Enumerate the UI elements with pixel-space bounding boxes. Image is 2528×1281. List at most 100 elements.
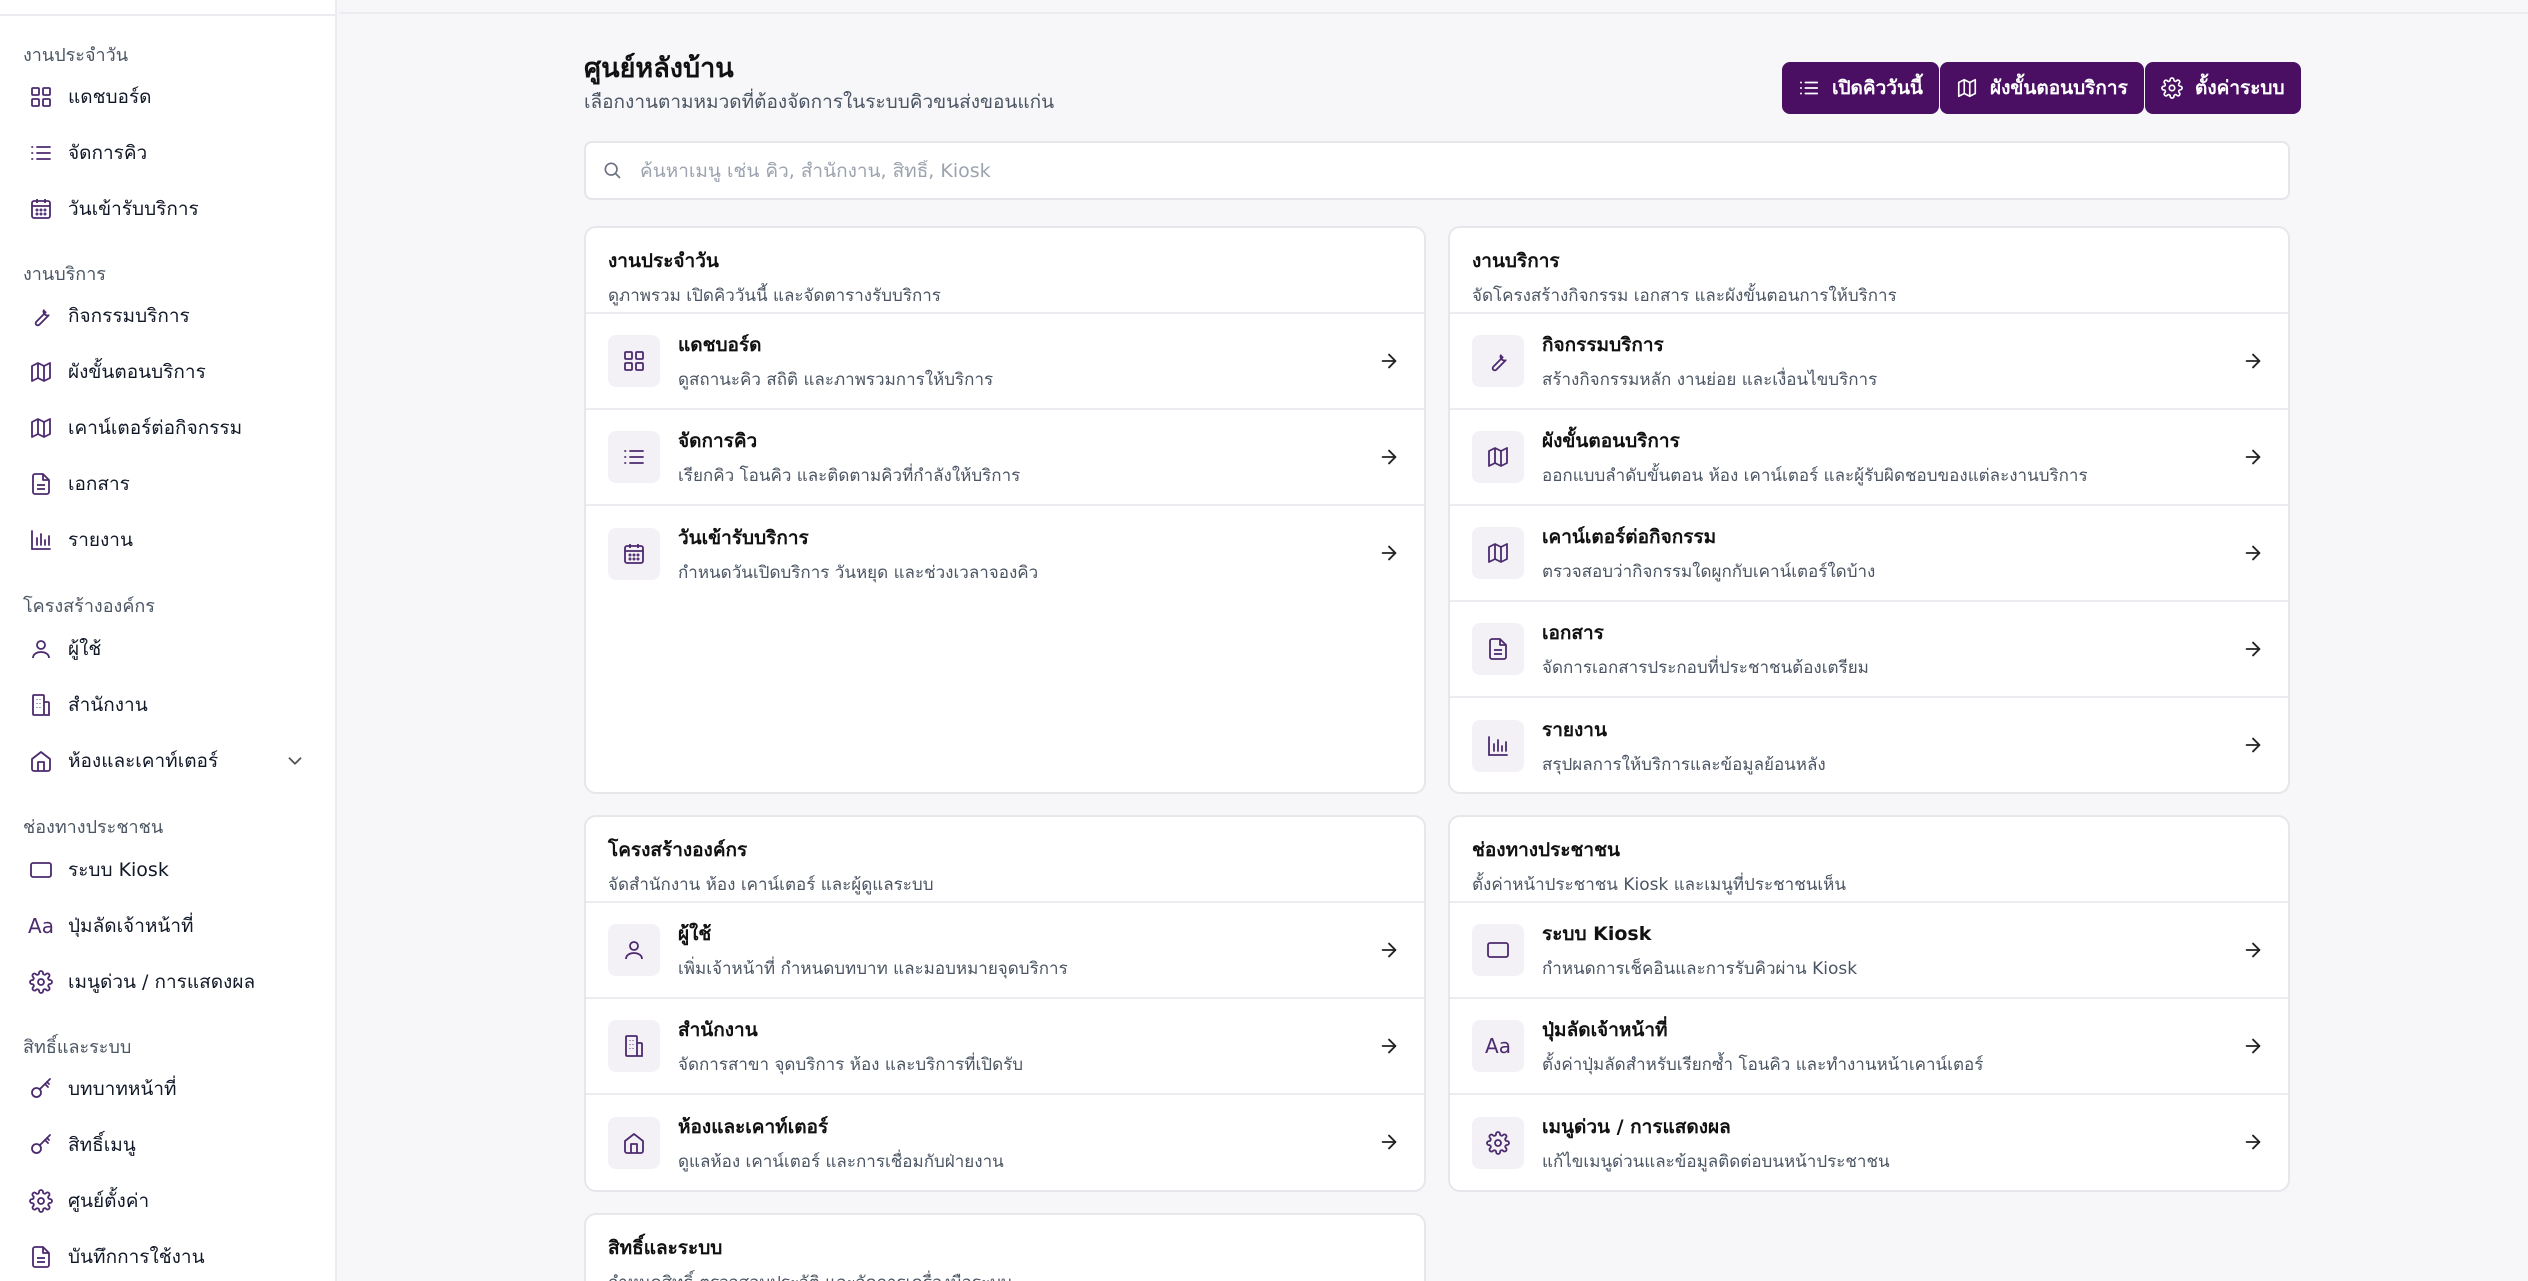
sidebar-item-label: รายงาน (68, 529, 133, 551)
bar-chart-icon (1472, 720, 1524, 772)
row-desc: เพิ่มเจ้าหน้าที่ กำหนดบทบาท และมอบหมายจุ… (678, 958, 1068, 979)
card-subtitle: กำหนดสิทธิ์ ตรวจสอบประวัติ และจัดการเครื… (608, 1269, 1402, 1281)
sidebar-item-menu-permissions[interactable]: สิทธิ์เมนู (16, 1122, 316, 1168)
row-title: ผู้ใช้ (678, 922, 712, 945)
sidebar-item-label: เอกสาร (68, 473, 130, 495)
chevron-down-icon[interactable] (284, 750, 306, 772)
sidebar-item-service-activities[interactable]: กิจกรรมบริการ (16, 293, 316, 339)
card-row-queue[interactable]: จัดการคิวเรียกคิว โอนคิว และติดตามคิวที่… (586, 410, 1424, 506)
document-icon (28, 471, 54, 497)
sidebar-item-label: แดชบอร์ด (68, 86, 152, 108)
map-icon (1472, 431, 1524, 483)
sidebar-item-staff-shortcuts[interactable]: Aa ปุ่มลัดเจ้าหน้าที่ (16, 903, 316, 949)
row-title: เคาน์เตอร์ต่อกิจกรรม (1542, 525, 1717, 548)
card-row-rooms-counters[interactable]: ห้องและเคาท์เตอร์ ดูแลห้อง เคาน์เตอร์ และ… (586, 1095, 1424, 1190)
sidebar-item-service-flow[interactable]: ผังขั้นตอนบริการ (16, 349, 316, 395)
card-title: โครงสร้างองค์กร (608, 839, 748, 861)
sidebar-item-dashboard[interactable]: แดชบอร์ด (16, 74, 316, 120)
card-row-documents[interactable]: เอกสาร จัดการเอกสารประกอบที่ประชาชนต้องเต… (1450, 602, 2288, 698)
sidebar-item-label: จัดการคิว (68, 142, 148, 164)
gear-icon (1472, 1117, 1524, 1169)
sidebar-item-users[interactable]: ผู้ใช้ (16, 626, 316, 672)
sidebar-item-label: กิจกรรมบริการ (68, 305, 190, 327)
document-icon (28, 1244, 54, 1270)
sidebar-item-quick-menu[interactable]: เมนูด่วน / การแสดงผล (16, 959, 316, 1005)
sidebar-item-kiosk[interactable]: ระบบ Kiosk (16, 847, 316, 893)
arrow-right-icon (2242, 350, 2266, 374)
row-desc: สร้างกิจกรรมหลัก งานย่อย และเงื่อนไขบริก… (1542, 369, 1878, 390)
sidebar-item-roles[interactable]: บทบาทหน้าที่ (16, 1066, 316, 1112)
card-row-quick-menu[interactable]: เมนูด่วน / การแสดงผล แก้ไขเมนูด่วนและข้อม… (1450, 1095, 2288, 1190)
card-row-staff-shortcuts[interactable]: Aa ปุ่มลัดเจ้าหน้าที่ ตั้งค่าปุ่มลัดสำหรั… (1450, 999, 2288, 1095)
button-label: เปิดคิววันนี้ (1832, 77, 1923, 99)
card-subtitle: จัดโครงสร้างกิจกรรม เอกสาร และผังขั้นตอน… (1472, 286, 1897, 306)
service-flow-button[interactable]: ผังขั้นตอนบริการ (1940, 62, 2144, 114)
card-title: สิทธิ์และระบบ (608, 1237, 723, 1259)
button-label: ตั้งค่าระบบ (2195, 77, 2285, 99)
card-row-kiosk[interactable]: ระบบ Kiosk กำหนดการเช็คอินและการรับคิวผ่า… (1450, 903, 2288, 999)
grid-icon (28, 84, 54, 110)
sidebar-item-activity-log[interactable]: บันทึกการใช้งาน (16, 1234, 316, 1280)
grid-icon (608, 335, 660, 387)
sidebar-group-title-permissions: สิทธิ์และระบบ (23, 1037, 132, 1058)
sidebar-item-service-days[interactable]: วันเข้ารับบริการ (16, 186, 316, 232)
card-header: ช่องทางประชาชน ตั้งค่าหน้าประชาชน Kiosk … (1450, 817, 2288, 903)
card-header: งานบริการ จัดโครงสร้างกิจกรรม เอกสาร และ… (1450, 228, 2288, 314)
card-row-service-days[interactable]: วันเข้ารับบริการ กำหนดวันเปิดบริการ วันหย… (586, 506, 1424, 602)
arrow-right-icon (2242, 1131, 2266, 1155)
sidebar-group-title-services: งานบริการ (23, 264, 106, 285)
row-desc: กำหนดการเช็คอินและการรับคิวผ่าน Kiosk (1542, 958, 1858, 979)
sidebar-item-label: ระบบ Kiosk (68, 859, 169, 881)
open-queue-today-button[interactable]: เปิดคิววันนี้ (1782, 62, 1939, 114)
card-row-offices[interactable]: สำนักงาน จัดการสาขา จุดบริการ ห้อง และบริ… (586, 999, 1424, 1095)
sidebar-group-title-public: ช่องทางประชาชน (23, 817, 164, 838)
sidebar-item-reports[interactable]: รายงาน (16, 517, 316, 563)
system-settings-button[interactable]: ตั้งค่าระบบ (2145, 62, 2301, 114)
card-subtitle: ดูภาพรวม เปิดคิววันนี้ และจัดตารางรับบริ… (608, 286, 941, 306)
sidebar-item-queue[interactable]: จัดการคิว (16, 130, 316, 176)
row-title: ปุ่มลัดเจ้าหน้าที่ (1542, 1018, 1668, 1041)
calendar-icon (28, 196, 54, 222)
card-row-service-flow[interactable]: ผังขั้นตอนบริการ ออกแบบลำดับขั้นตอน ห้อง … (1450, 410, 2288, 506)
card-row-dashboard[interactable]: แดชบอร์ด ดูสถานะคิว สถิติ และภาพรวมการให้… (586, 314, 1424, 410)
row-title: ห้องและเคาท์เตอร์ (678, 1115, 829, 1138)
sidebar-item-rooms-counters[interactable]: ห้องและเคาท์เตอร์ (16, 738, 316, 784)
search-input[interactable] (640, 159, 2240, 182)
card-row-reports[interactable]: รายงาน สรุปผลการให้บริการและข้อมูลย้อนหลั… (1450, 698, 2288, 792)
sidebar-item-documents[interactable]: เอกสาร (16, 461, 316, 507)
row-title: จัดการคิว (678, 429, 758, 452)
card-permissions: สิทธิ์และระบบ กำหนดสิทธิ์ ตรวจสอบประวัติ… (584, 1213, 1426, 1281)
gear-icon (28, 969, 54, 995)
row-desc: เรียกคิว โอนคิว และติดตามคิวที่กำลังให้บ… (678, 465, 1021, 486)
card-row-users[interactable]: ผู้ใช้เพิ่มเจ้าหน้าที่ กำหนดบทบาท และมอบ… (586, 903, 1424, 999)
card-services: งานบริการ จัดโครงสร้างกิจกรรม เอกสาร และ… (1448, 226, 2290, 794)
card-daily: งานประจำวัน ดูภาพรวม เปิดคิววันนี้ และจั… (584, 226, 1426, 794)
map-icon (28, 415, 54, 441)
row-title: กิจกรรมบริการ (1542, 333, 1664, 356)
sidebar-item-label: ผังขั้นตอนบริการ (68, 361, 206, 383)
arrow-right-icon (1378, 350, 1402, 374)
card-subtitle: ตั้งค่าหน้าประชาชน Kiosk และเมนูที่ประชา… (1472, 875, 1846, 895)
arrow-right-icon (1378, 542, 1402, 566)
card-row-service-activities[interactable]: กิจกรรมบริการสร้างกิจกรรมหลัก งานย่อย แล… (1450, 314, 2288, 410)
sidebar-item-settings-center[interactable]: ศูนย์ตั้งค่า (16, 1178, 316, 1224)
sidebar-item-offices[interactable]: สำนักงาน (16, 682, 316, 728)
wrench-icon (28, 303, 54, 329)
sidebar-item-label: เมนูด่วน / การแสดงผล (68, 971, 256, 993)
row-title: วันเข้ารับบริการ (678, 526, 809, 549)
card-organization: โครงสร้างองค์กร จัดสำนักงาน ห้อง เคาน์เต… (584, 815, 1426, 1192)
bar-chart-icon (28, 527, 54, 553)
row-desc: จัดการเอกสารประกอบที่ประชาชนต้องเตรียม (1542, 657, 1869, 678)
row-title: ระบบ Kiosk (1542, 922, 1652, 945)
sidebar: งานประจำวัน แดชบอร์ด จัดการคิว วันเข้ารั… (0, 0, 337, 1281)
card-header: สิทธิ์และระบบ กำหนดสิทธิ์ ตรวจสอบประวัติ… (586, 1215, 1424, 1281)
card-row-counter-per-activity[interactable]: เคาน์เตอร์ต่อกิจกรรม ตรวจสอบว่ากิจกรรมใดผ… (1450, 506, 2288, 602)
sidebar-item-label: วันเข้ารับบริการ (68, 198, 199, 220)
sidebar-item-label: ผู้ใช้ (68, 638, 102, 660)
row-title: สำนักงาน (678, 1018, 758, 1041)
page-title: ศูนย์หลังบ้าน (584, 53, 734, 84)
arrow-right-icon (2242, 1035, 2266, 1059)
sidebar-item-label: สิทธิ์เมนู (68, 1134, 136, 1156)
sidebar-item-counter-per-activity[interactable]: เคาน์เตอร์ต่อกิจกรรม (16, 405, 316, 451)
row-title: ผังขั้นตอนบริการ (1542, 429, 1680, 452)
